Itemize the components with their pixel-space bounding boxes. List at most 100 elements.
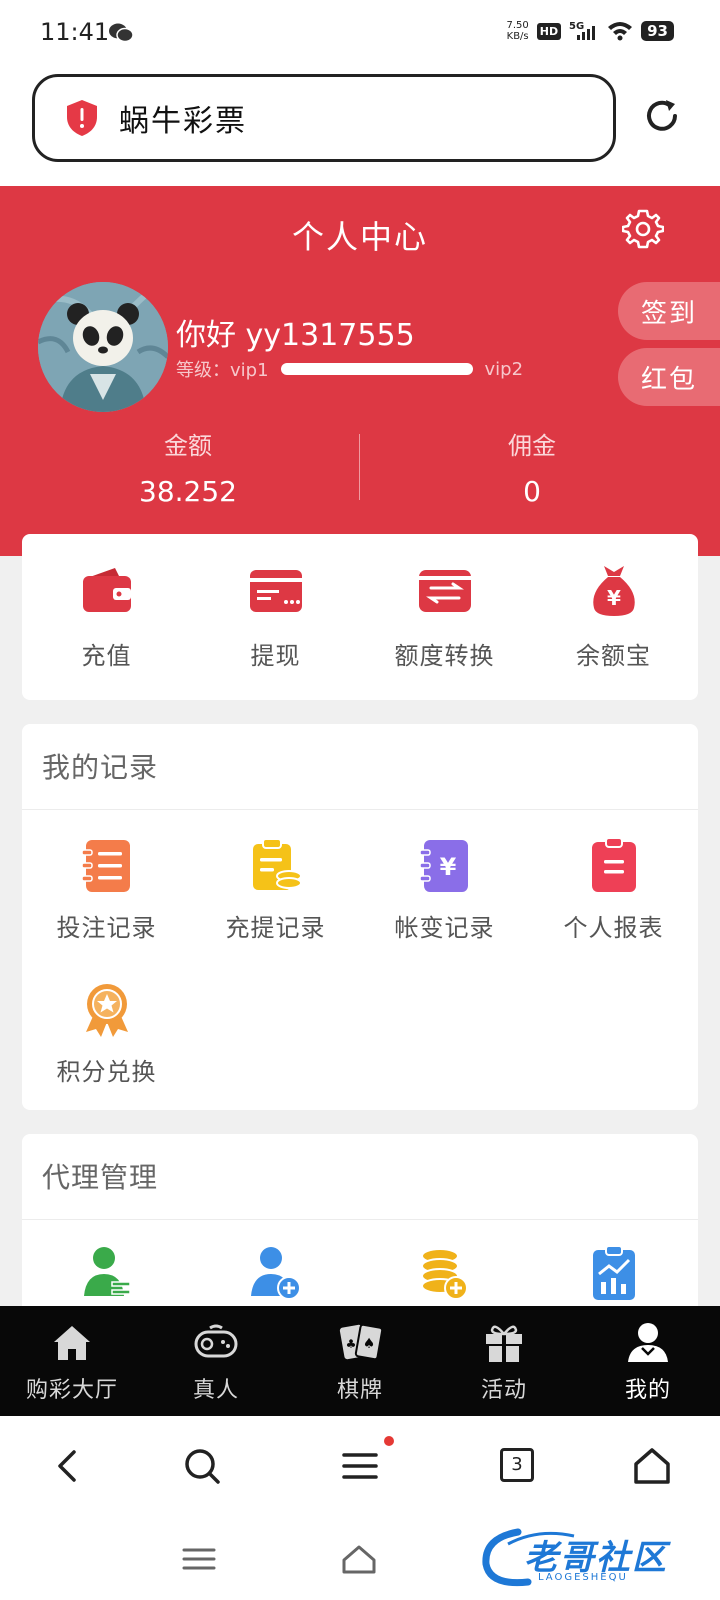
withdraw-label: 提现: [250, 642, 301, 670]
reload-icon[interactable]: [642, 96, 682, 136]
recharge-button[interactable]: 充值: [22, 534, 191, 671]
records-title: 我的记录: [22, 724, 698, 810]
level-current: 等级：vip1: [176, 360, 269, 381]
tabs-count-button[interactable]: 3: [500, 1448, 534, 1482]
quick-actions-card: 充值 提现 额度转换 ¥ 余额宝: [22, 534, 698, 700]
sign-in-button[interactable]: 签到: [618, 282, 720, 340]
tab-label: 棋牌: [336, 1378, 383, 1403]
browser-nav-bar: 3: [0, 1416, 720, 1518]
status-time: 11:41: [40, 18, 110, 46]
yuebao-label: 余额宝: [576, 642, 651, 670]
app-tabbar: 购彩大厅 真人 ♠ ♣ 棋牌 活动 我的: [0, 1306, 720, 1416]
home-icon[interactable]: [632, 1446, 672, 1486]
add-user-icon: [250, 1247, 301, 1300]
tab-label: 购彩大厅: [25, 1378, 118, 1403]
tab-activity[interactable]: 活动: [432, 1306, 576, 1416]
bet-record-icon: [80, 840, 130, 892]
tab-mine[interactable]: 我的: [576, 1306, 720, 1416]
status-bar: 11:41 7.50 KB/s HD 5G 93: [0, 0, 720, 66]
balance-value: 38.252: [139, 475, 237, 508]
balance-label: 金额: [164, 432, 212, 460]
gear-icon[interactable]: [622, 208, 664, 250]
yuebao-button[interactable]: ¥ 余额宝: [529, 534, 698, 671]
points-exchange-button[interactable]: 积分兑换: [22, 954, 191, 1098]
level-next: vip2: [484, 358, 524, 380]
account-change-icon: ¥: [418, 840, 468, 892]
level-progress-bar: [280, 363, 473, 375]
recent-apps-icon[interactable]: [180, 1540, 218, 1578]
tab-chess-cards[interactable]: ♠ ♣ 棋牌: [288, 1306, 432, 1416]
deposit-record-button[interactable]: 充提记录: [191, 810, 360, 954]
user-icon: [628, 1323, 668, 1362]
wechat-icon: [109, 23, 134, 43]
gamepad-icon: [194, 1324, 238, 1358]
account-change-label: 帐变记录: [394, 914, 495, 942]
medal-icon: [85, 984, 128, 1037]
home-icon: [54, 1326, 90, 1360]
svg-text:♣: ♣: [346, 1337, 357, 1351]
coins-icon: [420, 1248, 468, 1300]
search-icon[interactable]: [182, 1446, 222, 1486]
url-title: 蜗牛彩票: [119, 104, 247, 139]
agent-item-1[interactable]: [22, 1244, 191, 1304]
watermark-logo: 老哥社区 LAOGESHEQU: [478, 1524, 704, 1594]
deposit-record-icon: [252, 838, 302, 890]
points-exchange-label: 积分兑换: [56, 1058, 157, 1086]
user-greeting: 你好 yy1317555: [176, 318, 415, 353]
records-card: 我的记录 投注记录 充提记录 ¥ 帐变记录 个人报表 积分兑换: [22, 724, 698, 1110]
bet-record-button[interactable]: 投注记录: [22, 810, 191, 954]
wifi-icon: [608, 22, 633, 41]
wallet-icon: [82, 568, 131, 612]
tab-live[interactable]: 真人: [144, 1306, 288, 1416]
avatar[interactable]: [38, 282, 168, 412]
transfer-button[interactable]: 额度转换: [360, 534, 529, 671]
withdraw-button[interactable]: 提现: [191, 534, 360, 671]
tab-label: 我的: [624, 1378, 671, 1403]
deposit-record-label: 充提记录: [225, 914, 326, 942]
page-title: 个人中心: [291, 218, 428, 256]
commission-block: 佣金 0: [352, 426, 712, 508]
money-bag-icon: ¥: [592, 566, 635, 616]
agent-item-2[interactable]: [191, 1244, 360, 1304]
status-indicators: 7.50 KB/s HD 5G 93: [507, 20, 674, 42]
svg-text:♠: ♠: [363, 1336, 376, 1352]
profile-header: 个人中心 你好 yy1317555 等级：vip1 vip2 签到 红包 金额 …: [0, 186, 720, 556]
url-field[interactable]: 蜗牛彩票: [32, 74, 616, 162]
back-icon[interactable]: [48, 1446, 88, 1486]
report-button[interactable]: 个人报表: [529, 810, 698, 954]
agent-item-4[interactable]: [529, 1244, 698, 1304]
red-packet-button[interactable]: 红包: [618, 348, 720, 406]
balance-block: 金额 38.252: [8, 426, 368, 508]
signal-type: 5G: [569, 21, 584, 32]
panda-avatar-image: [38, 282, 168, 412]
tab-label: 活动: [480, 1378, 527, 1403]
battery-indicator: 93: [641, 21, 674, 41]
vip-level-row: 等级：vip1 vip2: [176, 356, 523, 382]
browser-address-bar: 蜗牛彩票: [0, 66, 720, 186]
system-home-icon[interactable]: [340, 1540, 378, 1578]
tab-lottery-hall[interactable]: 购彩大厅: [0, 1306, 144, 1416]
svg-text:¥: ¥: [439, 853, 456, 881]
chart-report-icon: [592, 1245, 635, 1300]
signal-icon: 5G: [569, 21, 596, 40]
transfer-label: 额度转换: [394, 642, 495, 670]
recharge-label: 充值: [81, 642, 132, 670]
report-icon: [591, 837, 636, 892]
account-change-button[interactable]: ¥ 帐变记录: [360, 810, 529, 954]
network-speed: 7.50 KB/s: [506, 20, 529, 42]
agent-user-list-icon: [83, 1247, 131, 1296]
svg-text:¥: ¥: [607, 586, 621, 610]
system-nav-bar: 老哥社区 LAOGESHEQU: [0, 1518, 720, 1600]
menu-icon[interactable]: [340, 1446, 380, 1486]
card-icon: [249, 570, 302, 612]
agent-card: 代理管理: [22, 1134, 698, 1334]
cards-icon: ♠ ♣: [339, 1323, 382, 1361]
shield-warning-icon: [67, 100, 97, 136]
commission-label: 佣金: [508, 432, 556, 460]
watermark-subtext: LAOGESHEQU: [538, 1572, 628, 1583]
notification-dot: [384, 1436, 394, 1446]
gift-icon: [486, 1325, 522, 1362]
commission-value: 0: [523, 475, 541, 508]
hd-badge: HD: [536, 22, 562, 40]
agent-item-3[interactable]: [360, 1244, 529, 1304]
